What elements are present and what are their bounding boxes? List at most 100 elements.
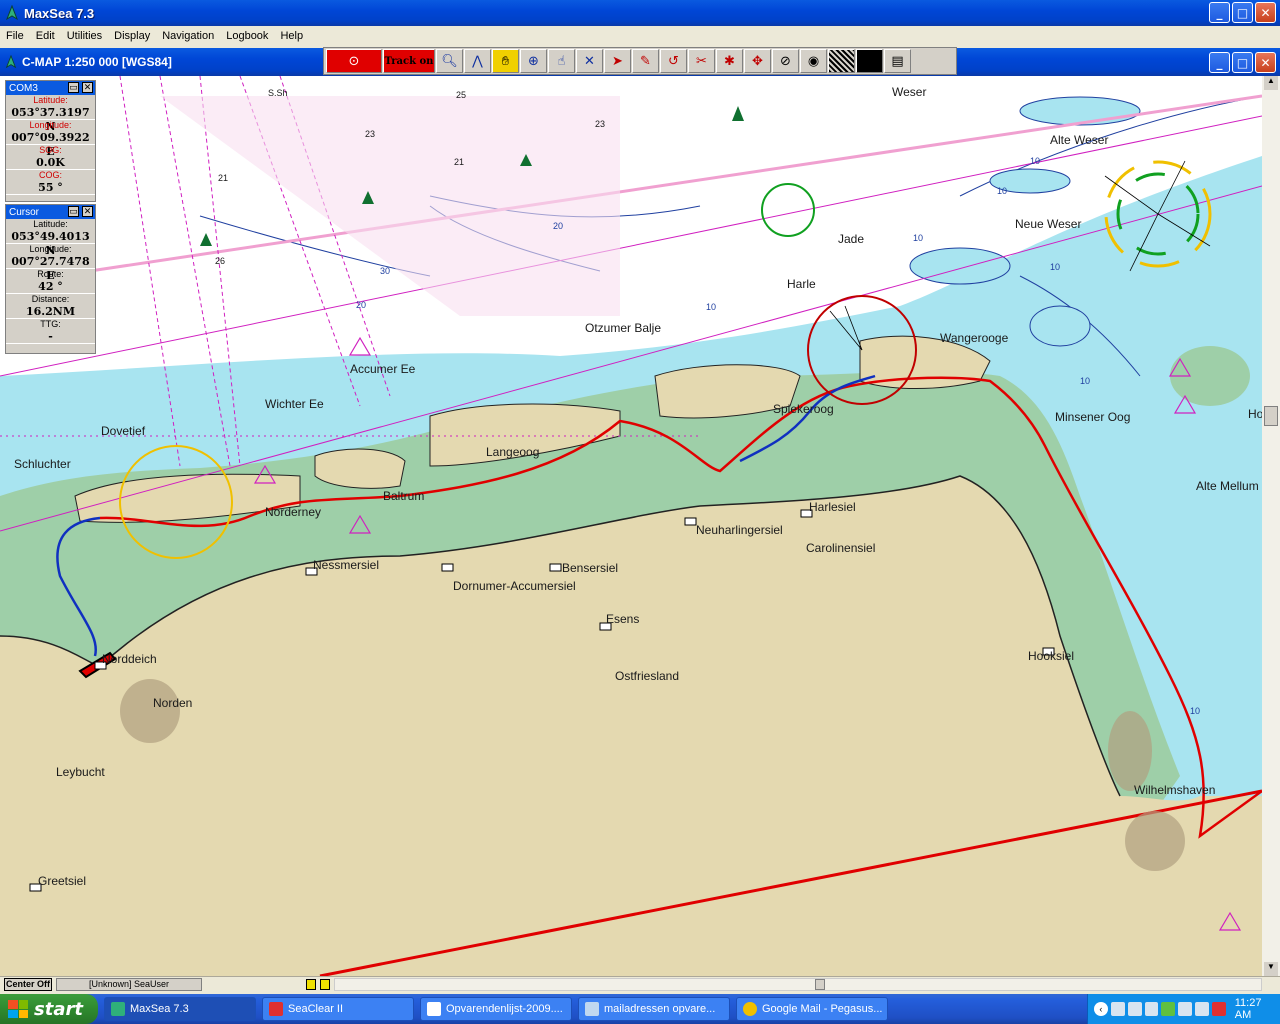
- cursor-panel-title: Cursor: [9, 206, 40, 218]
- label-ho: Ho: [1248, 407, 1262, 421]
- hand-select-icon[interactable]: ☝︎: [548, 49, 575, 73]
- panel-close-icon[interactable]: ✕: [82, 82, 93, 93]
- undo-icon[interactable]: ↺: [660, 49, 687, 73]
- word-task-icon: [427, 1002, 441, 1016]
- tray-volume-icon[interactable]: [1195, 1002, 1209, 1016]
- start-button[interactable]: start: [0, 994, 98, 1024]
- cursor-route-label: Route:: [37, 269, 64, 279]
- center-crosshair-icon[interactable]: ⊕: [520, 49, 547, 73]
- scroll-thumb[interactable]: [1264, 406, 1278, 426]
- chrome-task-icon: [743, 1002, 757, 1016]
- scroll-up-icon[interactable]: ▲: [1264, 76, 1278, 90]
- chart-canvas[interactable]: [0, 76, 1262, 976]
- minimize-button[interactable]: _: [1209, 2, 1230, 23]
- target-icon[interactable]: ◉: [800, 49, 827, 73]
- tray-signal-icon[interactable]: [1161, 1002, 1176, 1016]
- task-mailadressen[interactable]: mailadressen opvare...: [578, 997, 730, 1021]
- scissors-icon[interactable]: ✂: [688, 49, 715, 73]
- com-panel-header[interactable]: COM3 ▭ ✕: [6, 81, 95, 95]
- label-jade: Jade: [838, 232, 865, 246]
- menu-display[interactable]: Display: [108, 30, 156, 42]
- tray-device-icon[interactable]: [1178, 1002, 1193, 1016]
- vertical-scrollbar[interactable]: ▲ ▼: [1262, 76, 1280, 976]
- tray-security-icon[interactable]: [1127, 1002, 1142, 1016]
- depth-contour-label: 10: [1050, 262, 1061, 272]
- menu-logbook[interactable]: Logbook: [220, 30, 274, 42]
- cursor-distance-value: 16.2NM: [6, 305, 95, 319]
- clock[interactable]: 11:27 AM: [1235, 997, 1280, 1021]
- pan-hand-icon[interactable]: ✋︎: [492, 49, 519, 73]
- label-alte-weser: Alte Weser: [1050, 133, 1109, 147]
- com-panel-title: COM3: [9, 82, 38, 94]
- task-maxsea[interactable]: MaxSea 7.3: [104, 997, 256, 1021]
- tray-app-icon[interactable]: [1144, 1002, 1159, 1016]
- cursor-longitude-value: 007°27.7478 E: [6, 255, 95, 282]
- cursor-panel-header[interactable]: Cursor ▭ ✕: [6, 205, 95, 219]
- label-leybucht: Leybucht: [56, 765, 105, 779]
- route-edit-icon[interactable]: ✱: [716, 49, 743, 73]
- label-harlesiel: Harlesiel: [809, 500, 856, 514]
- window-layout-icon[interactable]: ▤: [884, 49, 911, 73]
- com-sog-label: SOG:: [39, 145, 62, 155]
- task-word-doc[interactable]: Opvarendenlijst-2009....: [420, 997, 572, 1021]
- panel-restore-icon[interactable]: ▭: [68, 82, 79, 93]
- pointer-icon[interactable]: ➤: [604, 49, 631, 73]
- prohibit-icon[interactable]: ⊘: [772, 49, 799, 73]
- chart-minimize-button[interactable]: _: [1209, 52, 1230, 73]
- zoom-icon[interactable]: 🔍︎: [436, 49, 463, 73]
- label-neuharlingersiel: Neuharlingersiel: [696, 523, 783, 537]
- menu-help[interactable]: Help: [274, 30, 309, 42]
- nautical-chart[interactable]: Weser Alte Weser Neue Weser Jade Harle W…: [0, 76, 1262, 976]
- scroll-down-icon[interactable]: ▼: [1264, 962, 1278, 976]
- task-google-mail[interactable]: Google Mail - Pegasus...: [736, 997, 888, 1021]
- com-longitude-label: Longitude:: [29, 120, 72, 130]
- pencil-icon[interactable]: ✎: [632, 49, 659, 73]
- layer-toggle-icon[interactable]: [306, 979, 316, 990]
- center-off-button[interactable]: Center Off: [4, 978, 52, 991]
- horizontal-scrollbar[interactable]: [334, 978, 1262, 991]
- move-icon[interactable]: ✥: [744, 49, 771, 73]
- depth-contour-label: 20: [553, 221, 564, 231]
- label-hooksiel: Hooksiel: [1028, 649, 1075, 663]
- panel-close-icon[interactable]: ✕: [82, 206, 93, 217]
- label-neue-weser: Neue Weser: [1015, 217, 1082, 231]
- chart-toolbar: ⊙ Track on 🔍︎ ⋀ ✋︎ ⊕ ☝︎ ✕ ➤ ✎ ↺ ✂ ✱ ✥ ⊘ …: [323, 47, 957, 75]
- com-sog-value: 0.0K: [6, 156, 95, 170]
- depth-contour-label: 10: [1080, 376, 1091, 386]
- tray-network-icon[interactable]: [1110, 1002, 1125, 1016]
- depth-contour-label: 10: [706, 302, 717, 312]
- menu-navigation[interactable]: Navigation: [156, 30, 220, 42]
- depth-sounding: 23: [365, 129, 376, 139]
- menu-utilities[interactable]: Utilities: [61, 30, 108, 42]
- chart-maximize-button[interactable]: □: [1232, 52, 1253, 73]
- task-seaclear[interactable]: SeaClear II: [262, 997, 414, 1021]
- menu-file[interactable]: File: [0, 30, 30, 42]
- layer-edit-icon[interactable]: [320, 979, 330, 990]
- label-bensersiel: Bensersiel: [562, 561, 619, 575]
- menu-edit[interactable]: Edit: [30, 30, 61, 42]
- black-swatch[interactable]: [856, 49, 883, 73]
- task-label: mailadressen opvare...: [604, 1003, 716, 1015]
- depth-contour-label: 10: [1190, 706, 1201, 716]
- label-dovetief: Dovetief: [101, 424, 146, 438]
- compass-divider-icon[interactable]: ⋀: [464, 49, 491, 73]
- tray-alert-icon[interactable]: [1211, 1002, 1226, 1016]
- app-titlebar: MaxSea 7.3 _ □ ✕: [0, 0, 1280, 26]
- depth-contour-label: 10: [1030, 156, 1041, 166]
- label-carolinensiel: Carolinensiel: [806, 541, 876, 555]
- measure-icon[interactable]: ✕: [576, 49, 603, 73]
- user-field: [Unknown] SeaUser: [56, 978, 202, 991]
- tray-expand-icon[interactable]: ‹: [1094, 1002, 1108, 1016]
- mob-button[interactable]: ⊙: [326, 49, 382, 73]
- hscroll-thumb[interactable]: [815, 979, 825, 990]
- label-schluchter: Schluchter: [14, 457, 71, 471]
- panel-restore-icon[interactable]: ▭: [68, 206, 79, 217]
- track-on-button[interactable]: Track on: [383, 49, 435, 73]
- pattern-icon[interactable]: [828, 49, 855, 73]
- chart-close-button[interactable]: ✕: [1255, 52, 1276, 73]
- close-button[interactable]: ✕: [1255, 2, 1276, 23]
- label-harle: Harle: [787, 277, 816, 291]
- maximize-button[interactable]: □: [1232, 2, 1253, 23]
- depth-contour-label: 20: [356, 300, 367, 310]
- maxsea-task-icon: [111, 1002, 125, 1016]
